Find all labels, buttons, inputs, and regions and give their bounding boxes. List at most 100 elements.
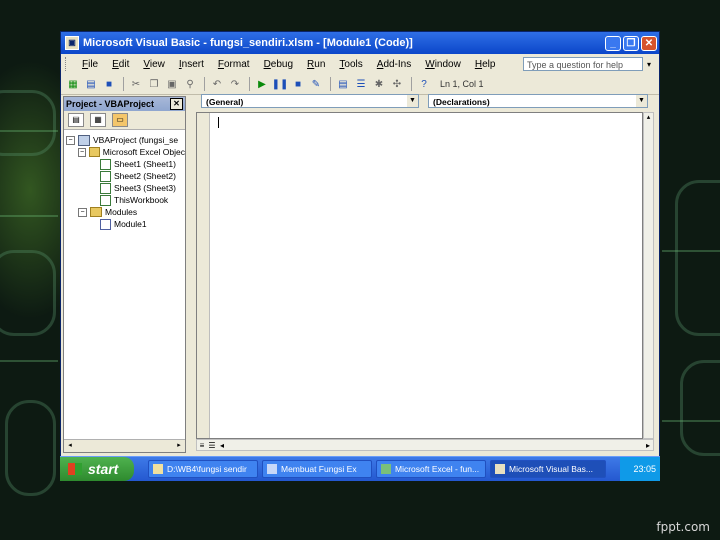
taskbar-item-document[interactable]: Membuat Fungsi Ex xyxy=(262,460,372,478)
project-explorer-icon[interactable]: ▤ xyxy=(335,76,351,92)
tree-item-sheet1[interactable]: Sheet1 (Sheet1) xyxy=(64,158,185,170)
title-bar[interactable]: ▣ Microsoft Visual Basic - fungsi_sendir… xyxy=(61,32,659,54)
tree-item-label: Microsoft Excel Objec xyxy=(102,147,185,157)
editor-vscroll[interactable]: ▴ xyxy=(643,112,654,439)
full-module-view-icon[interactable]: ☰ xyxy=(207,441,217,450)
scroll-left-icon[interactable]: ◂ xyxy=(217,441,227,450)
taskbar-item-label: Membuat Fungsi Ex xyxy=(281,464,357,474)
cut-icon[interactable]: ✂ xyxy=(128,76,144,92)
run-icon[interactable]: ▶ xyxy=(254,76,270,92)
menu-add-ins[interactable]: Add-Ins xyxy=(370,59,418,70)
code-window: (General) ▼ (Declarations) ▼ ▴ ≡ ☰ ◂ ▸ xyxy=(196,94,654,453)
tree-item-modules[interactable]: − Modules xyxy=(64,206,185,218)
taskbar: start D:\WB4\fungsi sendir Membuat Fungs… xyxy=(60,456,660,481)
object-combo[interactable]: (General) ▼ xyxy=(201,94,419,108)
help-icon[interactable]: ? xyxy=(416,76,432,92)
worksheet-icon xyxy=(100,170,111,182)
toolbox-icon[interactable]: ✣ xyxy=(389,76,405,92)
menu-view[interactable]: View xyxy=(136,59,172,70)
worksheet-icon xyxy=(100,158,111,170)
insert-module-icon[interactable]: ▤ xyxy=(83,76,99,92)
workbook-icon xyxy=(100,194,111,206)
tree-item-label: Sheet2 (Sheet2) xyxy=(114,171,176,181)
tree-item-label: VBAProject (fungsi_se xyxy=(93,135,179,145)
toolbar-separator xyxy=(411,77,412,91)
menu-help[interactable]: Help xyxy=(468,59,503,70)
breakpoint-margin[interactable] xyxy=(197,113,210,438)
tree-item-module1[interactable]: Module1 xyxy=(64,218,185,230)
vb-app-icon: ▣ xyxy=(65,36,79,50)
redo-icon[interactable]: ↷ xyxy=(227,76,243,92)
project-pane-toolbar: ▤ ▦ ▭ xyxy=(64,111,185,130)
module-icon xyxy=(100,218,111,230)
object-browser-icon[interactable]: ✱ xyxy=(371,76,387,92)
procedure-combo[interactable]: (Declarations) ▼ xyxy=(428,94,648,108)
break-icon[interactable]: ❚❚ xyxy=(272,76,289,92)
taskbar-item-excel[interactable]: Microsoft Excel - fun... xyxy=(376,460,486,478)
help-question-input[interactable]: Type a question for help xyxy=(523,57,643,71)
collapse-icon[interactable]: − xyxy=(78,147,87,157)
menu-tools[interactable]: Tools xyxy=(332,59,369,70)
menubar-grip xyxy=(65,57,69,71)
cursor-position: Ln 1, Col 1 xyxy=(440,79,484,89)
taskbar-item-label: Microsoft Excel - fun... xyxy=(395,464,480,474)
restore-button[interactable]: ❐ xyxy=(623,35,639,51)
procedure-view-icon[interactable]: ≡ xyxy=(197,441,207,450)
editor-hscroll[interactable]: ≡ ☰ ◂ ▸ xyxy=(196,439,654,451)
object-combo-value: (General) xyxy=(206,97,244,107)
menu-insert[interactable]: Insert xyxy=(172,59,211,70)
copy-icon[interactable]: ❐ xyxy=(146,76,162,92)
view-code-icon[interactable]: ▤ xyxy=(68,113,84,127)
project-pane-hscroll[interactable]: ◂ ▸ xyxy=(64,439,185,452)
tree-item-excel-objects[interactable]: − Microsoft Excel Objec xyxy=(64,146,185,158)
project-pane-title-bar[interactable]: Project - VBAProject ✕ xyxy=(64,97,185,111)
tree-item-label: Modules xyxy=(105,207,138,217)
tree-item-thisworkbook[interactable]: ThisWorkbook xyxy=(64,194,185,206)
collapse-icon[interactable]: − xyxy=(66,135,75,145)
scroll-right-icon[interactable]: ▸ xyxy=(643,441,653,450)
scroll-right-icon[interactable]: ▸ xyxy=(174,441,184,451)
menu-window[interactable]: Window xyxy=(418,59,468,70)
tree-item-label: Sheet1 (Sheet1) xyxy=(114,159,176,169)
menu-file[interactable]: File xyxy=(75,59,105,70)
close-button[interactable]: ✕ xyxy=(641,35,657,51)
view-object-icon[interactable]: ▦ xyxy=(90,113,106,127)
toolbar-separator xyxy=(249,77,250,91)
toggle-folders-icon[interactable]: ▭ xyxy=(112,113,128,127)
design-mode-icon[interactable]: ✎ xyxy=(308,76,324,92)
toolbar-separator xyxy=(204,77,205,91)
scroll-up-icon[interactable]: ▴ xyxy=(644,113,653,123)
taskbar-item-label: D:\WB4\fungsi sendir xyxy=(167,464,247,474)
collapse-icon[interactable]: − xyxy=(78,207,87,217)
tree-item-vbaproject[interactable]: − VBAProject (fungsi_se xyxy=(64,134,185,146)
menu-edit[interactable]: Edit xyxy=(105,59,136,70)
vba-editor-window: ▣ Microsoft Visual Basic - fungsi_sendir… xyxy=(60,31,660,480)
project-pane-title: Project - VBAProject xyxy=(66,99,155,109)
find-icon[interactable]: ⚲ xyxy=(182,76,198,92)
standard-toolbar: ▦ ▤ ■ ✂ ❐ ▣ ⚲ ↶ ↷ ▶ ❚❚ ■ ✎ ▤ ☰ ✱ ✣ ? Ln … xyxy=(61,74,659,95)
menu-debug[interactable]: Debug xyxy=(257,59,300,70)
minimize-button[interactable]: _ xyxy=(605,35,621,51)
project-pane-close-icon[interactable]: ✕ xyxy=(170,98,183,110)
reset-icon[interactable]: ■ xyxy=(290,76,306,92)
chevron-down-icon[interactable]: ▼ xyxy=(407,95,418,107)
taskbar-item-vba[interactable]: Microsoft Visual Bas... xyxy=(490,460,606,478)
tree-item-label: ThisWorkbook xyxy=(114,195,169,205)
menu-run[interactable]: Run xyxy=(300,59,332,70)
save-icon[interactable]: ■ xyxy=(101,76,117,92)
menu-format[interactable]: Format xyxy=(211,59,257,70)
properties-icon[interactable]: ☰ xyxy=(353,76,369,92)
help-dropdown-icon[interactable]: ▾ xyxy=(647,60,655,69)
tree-item-sheet2[interactable]: Sheet2 (Sheet2) xyxy=(64,170,185,182)
window-title: Microsoft Visual Basic - fungsi_sendiri.… xyxy=(83,37,413,49)
start-button[interactable]: start xyxy=(60,457,134,481)
view-excel-icon[interactable]: ▦ xyxy=(65,76,81,92)
taskbar-item-explorer[interactable]: D:\WB4\fungsi sendir xyxy=(148,460,258,478)
undo-icon[interactable]: ↶ xyxy=(209,76,225,92)
chevron-down-icon[interactable]: ▼ xyxy=(636,95,647,107)
folder-icon xyxy=(153,464,163,474)
code-editor[interactable] xyxy=(196,112,643,439)
scroll-left-icon[interactable]: ◂ xyxy=(65,441,75,451)
paste-icon[interactable]: ▣ xyxy=(164,76,180,92)
tree-item-sheet3[interactable]: Sheet3 (Sheet3) xyxy=(64,182,185,194)
